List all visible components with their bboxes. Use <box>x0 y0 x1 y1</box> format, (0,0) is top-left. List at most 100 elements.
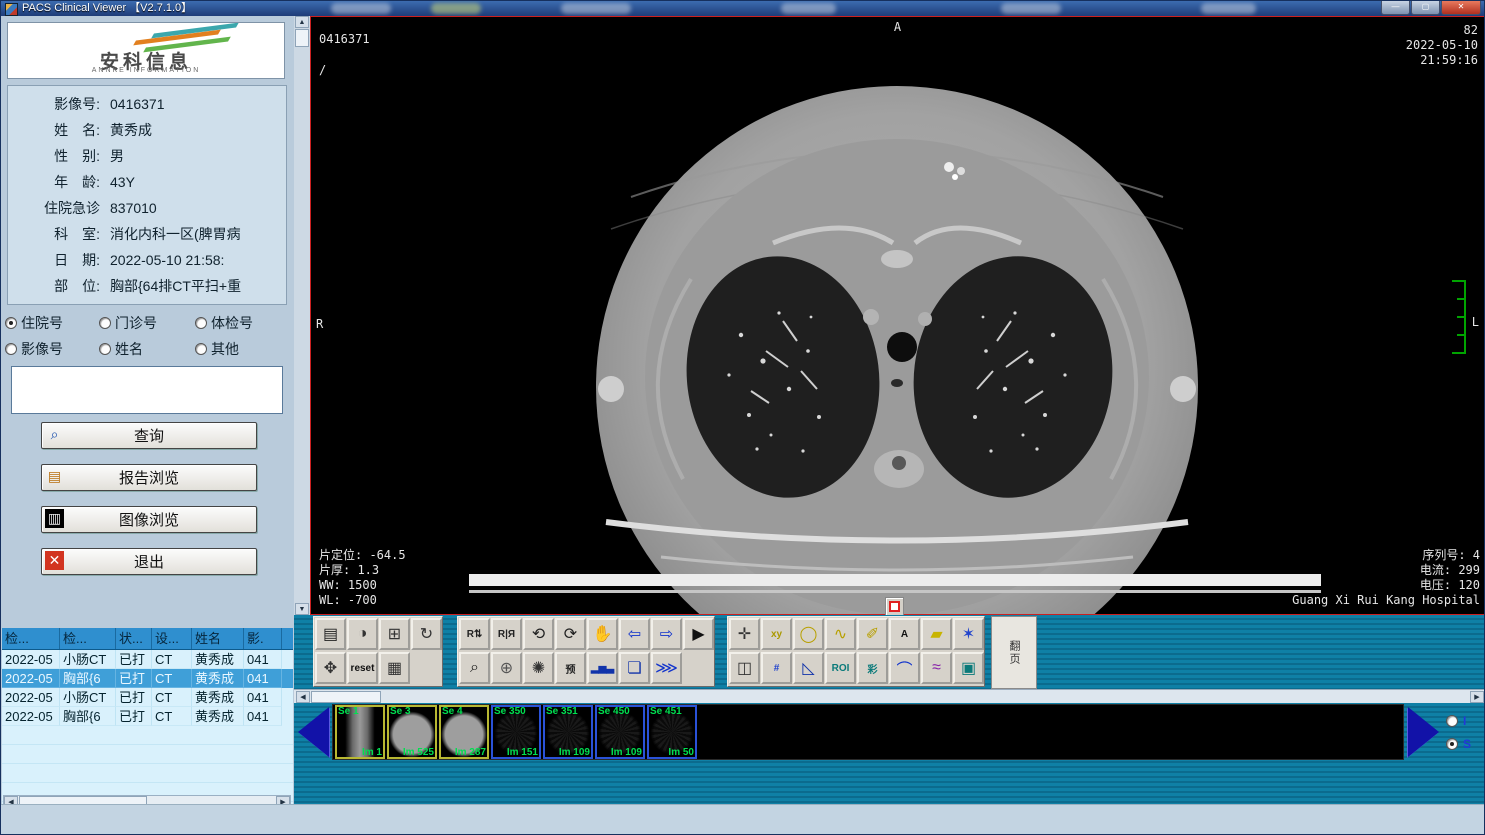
study-col-header[interactable]: 影. <box>244 628 282 649</box>
study-row[interactable]: 2022-05小肠CT已打CT黄秀成041 <box>2 688 293 707</box>
flip-horizontal-icon[interactable]: R|Я <box>491 618 522 650</box>
overlay-line: 2022-05-10 <box>1406 38 1478 53</box>
series-thumbnail[interactable]: Se 351Im 109 <box>543 705 593 759</box>
exit-cross-icon: ✕ <box>45 551 64 570</box>
pan-head-icon[interactable]: ✥ <box>315 652 346 684</box>
scroll-thumb[interactable] <box>295 29 309 47</box>
text-annotation-icon[interactable]: A <box>889 618 920 650</box>
series-thumbnail[interactable]: Se 350Im 151 <box>491 705 541 759</box>
sort-radio-S[interactable]: S <box>1446 732 1471 755</box>
crosshair-icon[interactable]: ✛ <box>729 618 760 650</box>
rotate-left-icon[interactable]: ⟲ <box>523 618 554 650</box>
radio-icon[interactable] <box>195 317 207 329</box>
freehand-roi-icon[interactable]: ∿ <box>825 618 856 650</box>
reset-button[interactable]: reset <box>347 652 378 684</box>
histogram-icon[interactable]: ▂▅▃ <box>587 652 618 684</box>
flip-vertical-icon[interactable]: R⇅ <box>459 618 490 650</box>
profile-line-icon[interactable]: ◺ <box>793 652 824 684</box>
search-option-体检号[interactable]: 体检号 <box>195 313 291 333</box>
study-col-header[interactable]: 状... <box>116 628 152 649</box>
overlay-line: 电压: 120 <box>1292 578 1480 593</box>
pseudocolor-button[interactable]: 彩 <box>857 652 888 684</box>
scroll-thumb[interactable] <box>311 691 381 703</box>
series-thumbnail[interactable]: Se 3Im 525 <box>387 705 437 759</box>
radio-icon[interactable] <box>195 343 207 355</box>
preview-button[interactable]: 预 <box>555 652 586 684</box>
series-thumbnail[interactable]: Se 1Im 1 <box>335 705 385 759</box>
roi-button[interactable]: ROI <box>825 652 856 684</box>
study-row[interactable]: 2022-05胸部{6已打CT黄秀成041 <box>2 669 293 688</box>
maximize-button[interactable]: ▢ <box>1411 1 1440 15</box>
scroll-right-icon[interactable]: ▶ <box>1470 691 1484 703</box>
layout-grid-icon[interactable]: ▦ <box>379 652 410 684</box>
viewer-vscrollbar[interactable]: ▲ ▼ <box>294 16 310 615</box>
page-flip-button[interactable]: 翻页 <box>991 616 1037 689</box>
rotate-head-icon[interactable]: ↻ <box>411 618 442 650</box>
search-option-住院号[interactable]: 住院号 <box>5 313 99 333</box>
copy-image-icon[interactable]: ❏ <box>619 652 650 684</box>
overlay-bottom-right: 序列号: 4电流: 299电压: 120Guang Xi Rui Kang Ho… <box>1292 548 1480 608</box>
toolbar-hscrollbar[interactable]: ◀ ▶ <box>294 689 1485 703</box>
study-col-header[interactable]: 检... <box>2 628 60 649</box>
study-row[interactable]: 2022-05小肠CT已打CT黄秀成041 <box>2 650 293 669</box>
series-thumbnail[interactable]: Se 451Im 50 <box>647 705 697 759</box>
ellipse-roi-icon[interactable]: ◯ <box>793 618 824 650</box>
probe-icon[interactable]: ✐ <box>857 618 888 650</box>
lock-icon[interactable]: ▣ <box>953 652 984 684</box>
coordinate-xy-icon[interactable]: xy <box>761 618 792 650</box>
series-thumbnail[interactable]: Se 450Im 109 <box>595 705 645 759</box>
prev-image-icon[interactable]: ⇦ <box>619 618 650 650</box>
spline-icon[interactable]: ≈ <box>921 652 952 684</box>
study-col-header[interactable]: 设... <box>152 628 192 649</box>
localizer-icon[interactable]: ◫ <box>729 652 760 684</box>
search-option-门诊号[interactable]: 门诊号 <box>99 313 195 333</box>
brightness-icon[interactable]: ✺ <box>523 652 554 684</box>
search-option-姓名[interactable]: 姓名 <box>99 339 195 359</box>
magnifier-icon[interactable]: ⌕ <box>459 652 490 684</box>
scroll-left-icon[interactable]: ◀ <box>296 691 310 703</box>
radio-icon[interactable] <box>1446 738 1458 750</box>
exit-button[interactable]: ✕退出 <box>41 548 257 575</box>
cine-play-icon[interactable]: ▶ <box>683 618 714 650</box>
scroll-up-icon[interactable]: ▲ <box>295 16 309 28</box>
rotate-right-icon[interactable]: ⟳ <box>555 618 586 650</box>
radio-icon[interactable] <box>1446 715 1458 727</box>
study-col-header[interactable]: 姓名 <box>192 628 244 649</box>
minimize-button[interactable]: — <box>1381 1 1410 15</box>
image-browse-button[interactable]: ▥图像浏览 <box>41 506 257 533</box>
angle-star-icon[interactable]: ✶ <box>953 618 984 650</box>
curve-lut-icon[interactable]: ⌒ <box>889 652 920 684</box>
ct-image-viewport[interactable]: 0416371 / A R L 822022-05-1021:59:16 片定位… <box>310 16 1485 615</box>
zoom-roam-icon[interactable]: ⊕ <box>491 652 522 684</box>
hand-pan-icon[interactable]: ✋ <box>587 618 618 650</box>
tile-images-icon[interactable]: ⊞ <box>379 618 410 650</box>
titlebar-glass <box>1001 3 1061 14</box>
search-option-影像号[interactable]: 影像号 <box>5 339 99 359</box>
query-button[interactable]: ⌕查询 <box>41 422 257 449</box>
radio-icon[interactable] <box>5 317 17 329</box>
radio-icon[interactable] <box>5 343 17 355</box>
ruler-icon[interactable]: ▰ <box>921 618 952 650</box>
search-option-其他[interactable]: 其他 <box>195 339 291 359</box>
search-query-input[interactable] <box>11 366 283 414</box>
report-browse-button[interactable]: ▤报告浏览 <box>41 464 257 491</box>
batch-arrows-icon[interactable]: ⋙ <box>651 652 682 684</box>
filmstrip-next-icon[interactable] <box>1408 707 1439 757</box>
study-row[interactable]: 2022-05胸部{6已打CT黄秀成041 <box>2 707 293 726</box>
scroll-down-icon[interactable]: ▼ <box>295 603 309 615</box>
filmstrip-prev-icon[interactable] <box>298 707 329 757</box>
series-thumbnail[interactable]: Se 4Im 287 <box>439 705 489 759</box>
preview-button: 预 <box>566 661 576 676</box>
radio-icon[interactable] <box>99 317 111 329</box>
head-profile-icon[interactable]: ◑ <box>347 618 378 650</box>
radio-icon[interactable] <box>99 343 111 355</box>
close-button[interactable]: ✕ <box>1441 1 1481 15</box>
window-level-icon[interactable]: ▤ <box>315 618 346 650</box>
slice-slider-handle[interactable] <box>885 597 904 616</box>
sort-radio-I[interactable]: I <box>1446 709 1471 732</box>
next-image-icon[interactable]: ⇨ <box>651 618 682 650</box>
grid-icon[interactable]: # <box>761 652 792 684</box>
study-col-header[interactable]: 检... <box>60 628 116 649</box>
patient-field: 住院急诊837010 <box>8 195 286 221</box>
study-cell: 已打 <box>116 688 152 707</box>
